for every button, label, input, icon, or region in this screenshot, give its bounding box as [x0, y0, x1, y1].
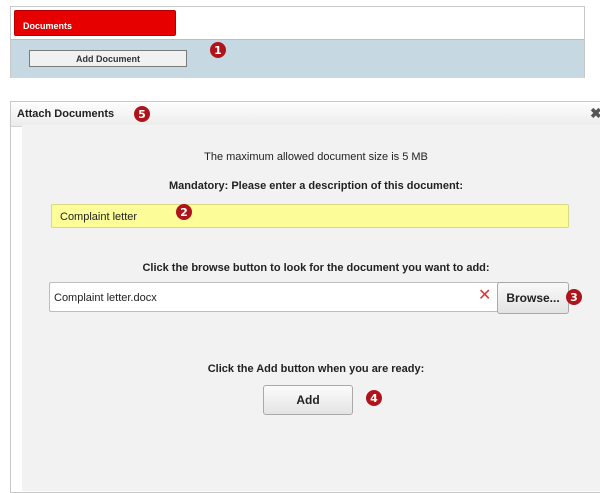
description-value: Complaint letter — [60, 211, 138, 223]
documents-panel: Documents Add Document — [10, 6, 585, 78]
documents-toolbar: Add Document — [11, 39, 584, 78]
dialog-title-bar: Attach Documents ✖ — [11, 102, 600, 127]
callout-1: 1 — [210, 42, 226, 58]
documents-tab[interactable]: Documents — [14, 10, 176, 36]
close-icon[interactable]: ✖ — [590, 105, 600, 122]
add-document-label: Add Document — [76, 53, 140, 64]
documents-tab-label: Documents — [23, 21, 73, 31]
browse-prompt: Click the browse button to look for the … — [142, 262, 490, 274]
callout-4: 4 — [366, 390, 382, 406]
size-notice: The maximum allowed document size is 5 M… — [204, 151, 428, 163]
add-button[interactable]: Add — [263, 385, 353, 415]
browse-button[interactable]: Browse... — [497, 282, 569, 314]
callout-3: 3 — [566, 289, 582, 305]
callout-5: 5 — [134, 106, 150, 122]
add-document-button[interactable]: Add Document — [29, 50, 187, 67]
description-input[interactable]: Complaint letter — [51, 204, 569, 228]
description-prompt: Mandatory: Please enter a description of… — [169, 180, 463, 192]
add-label: Add — [296, 393, 320, 407]
clear-file-icon[interactable]: ✕ — [478, 288, 491, 304]
file-path-value: Complaint letter.docx — [54, 292, 157, 304]
callout-2: 2 — [176, 204, 192, 220]
browse-label: Browse... — [506, 291, 560, 305]
dialog-title: Attach Documents — [17, 108, 115, 120]
file-path-input[interactable]: Complaint letter.docx — [49, 282, 503, 312]
add-prompt: Click the Add button when you are ready: — [207, 363, 425, 375]
